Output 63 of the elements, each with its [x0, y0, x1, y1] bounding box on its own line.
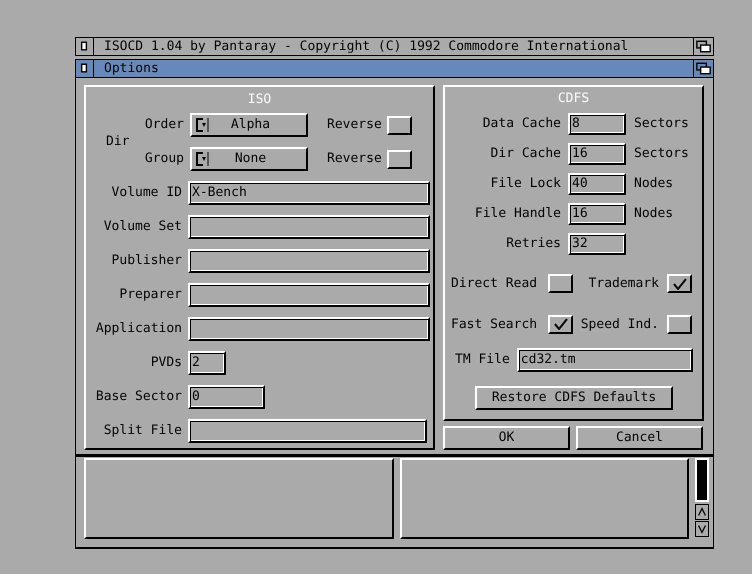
checkbox[interactable] — [548, 314, 573, 334]
field-label: Order — [144, 116, 184, 134]
input-field[interactable]: 16 — [568, 143, 626, 165]
field-label: Dir Cache — [490, 145, 561, 164]
field-label: Volume ID — [110, 184, 182, 202]
input-field[interactable]: 16 — [568, 203, 626, 225]
cycle-icon — [195, 117, 209, 133]
input-field[interactable] — [188, 419, 427, 443]
checkbox-label: Reverse — [327, 150, 383, 168]
dialog-button[interactable]: OK — [443, 426, 570, 450]
scrollbar[interactable] — [695, 458, 709, 502]
depth-icon[interactable] — [693, 38, 713, 55]
panel-title: CDFS — [558, 90, 590, 108]
input-field[interactable] — [188, 215, 430, 239]
field-label: Retries — [505, 235, 561, 254]
field-label: File Lock — [490, 175, 561, 194]
input-field[interactable]: cd32.tm — [516, 348, 693, 372]
cycle-icon — [195, 151, 209, 167]
input-field[interactable]: 0 — [188, 385, 265, 409]
cycle-button[interactable]: Alpha — [190, 113, 308, 137]
input-field[interactable] — [188, 249, 430, 273]
checkbox-label: Reverse — [327, 116, 383, 134]
cycle-button[interactable]: None — [190, 147, 308, 171]
window-title: ISOCD 1.04 by Pantaray - Copyright (C) 1992 Commodore International — [104, 38, 630, 56]
input-field[interactable] — [188, 283, 430, 307]
field-label: Application — [94, 320, 182, 338]
panel-title: ISO — [248, 91, 272, 110]
checkbox-label: Fast Search — [451, 316, 538, 334]
field-label: Publisher — [110, 252, 182, 270]
checkbox[interactable] — [387, 116, 412, 134]
unit-label: Sectors — [634, 145, 689, 164]
depth-icon[interactable] — [693, 60, 713, 77]
checkbox-label: Speed Ind. — [580, 316, 660, 334]
unit-label: Nodes — [634, 175, 674, 194]
checkbox[interactable] — [667, 314, 692, 334]
field-label: PVDs — [150, 354, 182, 372]
input-field[interactable]: 2 — [188, 351, 226, 375]
checkbox-label: Direct Read — [451, 275, 538, 293]
input-field[interactable]: 40 — [568, 173, 626, 195]
checkbox[interactable] — [548, 274, 573, 294]
checkmark-icon — [552, 318, 568, 330]
field-label: Dir — [106, 133, 130, 152]
input-field[interactable] — [188, 317, 430, 341]
field-label: File Handle — [474, 205, 561, 224]
unit-label: Sectors — [634, 115, 689, 134]
unit-label: Nodes — [634, 205, 674, 224]
field-label: Volume Set — [102, 218, 182, 236]
field-label: Base Sector — [94, 388, 182, 406]
input-field[interactable]: 8 — [568, 113, 626, 135]
field-label: Data Cache — [482, 115, 561, 134]
window-title: Options — [104, 60, 160, 78]
restore-defaults-button[interactable]: Restore CDFS Defaults — [475, 386, 673, 410]
field-label: TM File — [455, 351, 510, 370]
checkbox[interactable] — [387, 150, 412, 168]
field-label: Split File — [102, 422, 182, 440]
checkbox[interactable] — [667, 274, 692, 294]
input-field[interactable]: 32 — [568, 233, 626, 255]
checkmark-icon — [672, 278, 688, 290]
input-field[interactable]: X-Bench — [188, 181, 430, 205]
field-label: Preparer — [118, 286, 182, 304]
checkbox-label: Trademark — [588, 275, 660, 293]
dialog-button[interactable]: Cancel — [576, 426, 703, 450]
field-label: Group — [144, 150, 184, 168]
